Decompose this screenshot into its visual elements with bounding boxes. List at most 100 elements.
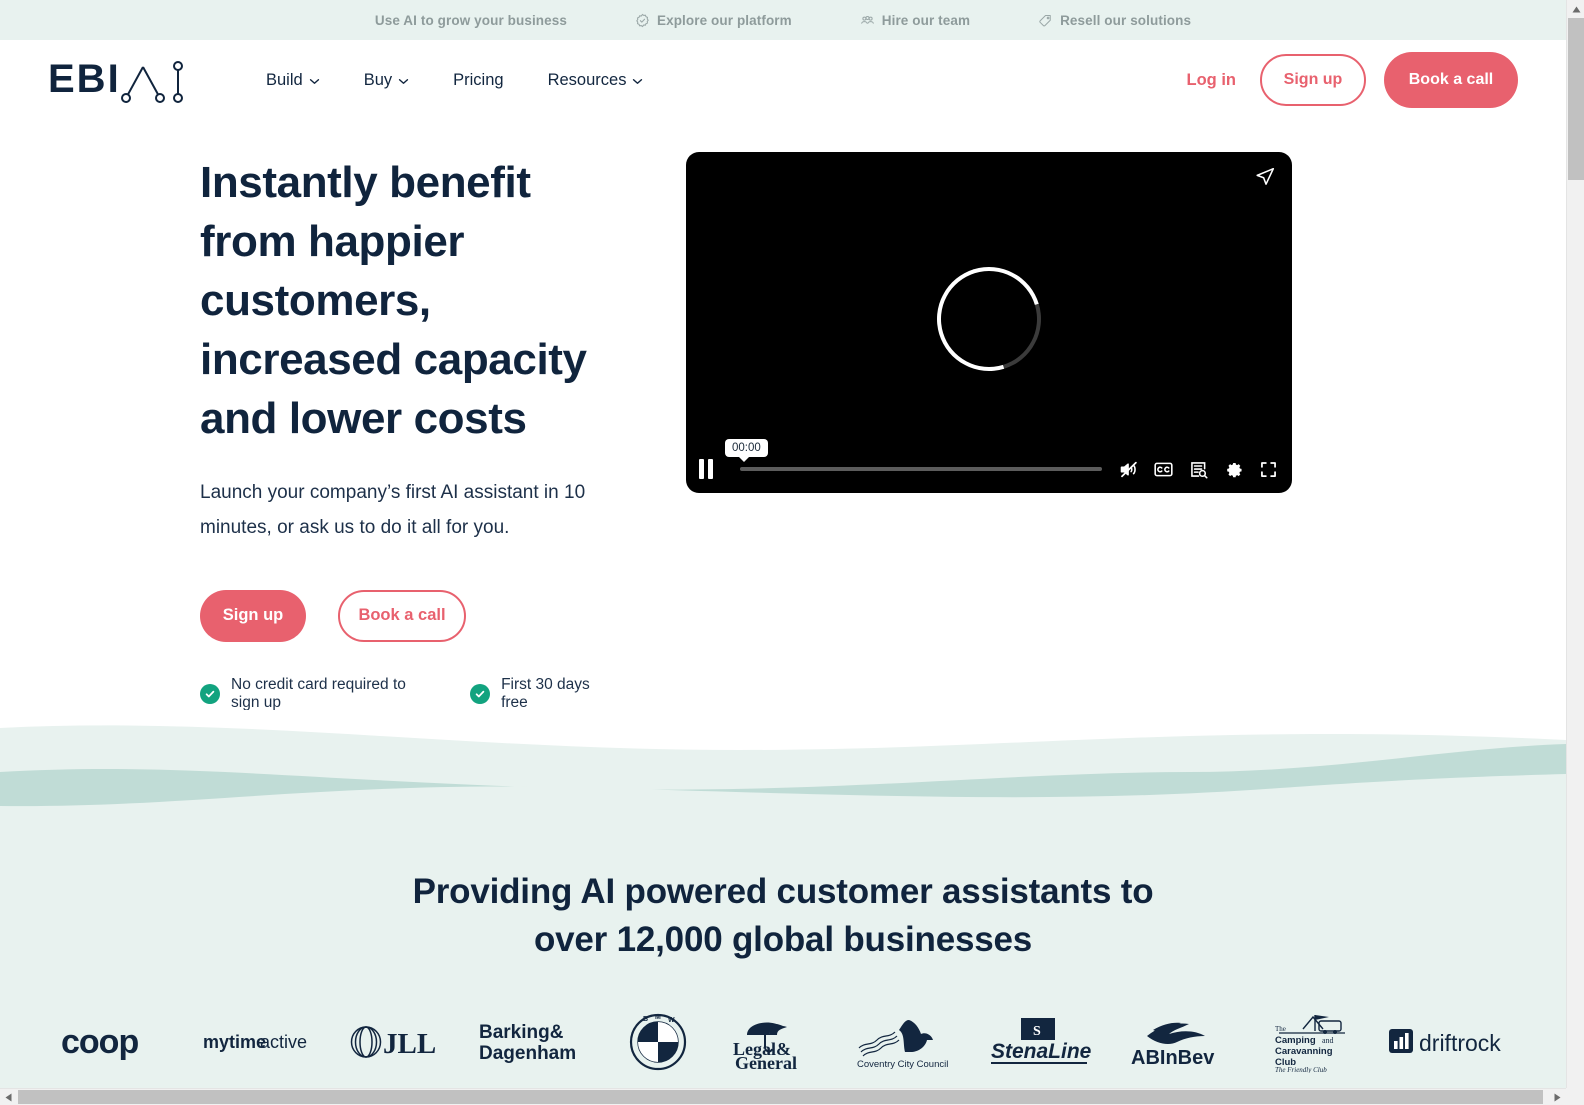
nav-item-pricing[interactable]: Pricing [453, 61, 503, 100]
horizontal-scrollbar[interactable] [0, 1088, 1584, 1105]
nav-label: Resources [547, 70, 627, 89]
hero-cta-group: Sign up Book a call [200, 589, 608, 642]
client-logo-stena-line: S StenaLine [987, 1011, 1091, 1073]
gear-icon[interactable] [1223, 459, 1244, 480]
svg-text:The: The [1275, 1025, 1286, 1033]
client-logo-camping-caravanning-club: The Camping and Caravanning Club The Fri… [1271, 1011, 1351, 1073]
svg-text:EBI: EBI [48, 57, 121, 101]
announce-label: Use AI to grow your business [374, 12, 567, 28]
book-a-call-button-hero[interactable]: Book a call [338, 589, 466, 642]
browser-viewport: Use AI to grow your business Explore our… [0, 0, 1584, 1105]
fullscreen-icon[interactable] [1258, 459, 1279, 480]
client-logo-abinbev: ABInBev [1129, 1011, 1233, 1073]
svg-text:JLL: JLL [383, 1028, 436, 1060]
svg-text:active: active [260, 1032, 307, 1052]
badge-check-icon [635, 13, 650, 28]
announce-item-resell-solutions[interactable]: Resell our solutions [1038, 13, 1191, 28]
wave-divider [0, 710, 1566, 828]
pause-button[interactable] [699, 459, 717, 479]
svg-text:Coventry City Council: Coventry City Council [857, 1059, 948, 1070]
svg-text:StenaLine: StenaLine [991, 1040, 1091, 1063]
scroll-right-button[interactable] [1549, 1089, 1566, 1105]
nav-label: Build [266, 70, 303, 89]
partners-section: Providing AI powered customer assistants… [0, 828, 1566, 1089]
login-link[interactable]: Log in [1187, 71, 1236, 90]
loading-spinner [918, 248, 1060, 389]
scroll-up-button[interactable] [1567, 0, 1584, 18]
svg-text:S: S [1033, 1024, 1041, 1039]
video-player[interactable]: 00:00 [686, 152, 1292, 493]
chevron-down-icon [632, 78, 643, 85]
hero-media: 00:00 [686, 146, 1292, 710]
header-actions: Log in Sign up Book a call [1187, 52, 1518, 108]
video-control-icons [1118, 459, 1279, 480]
primary-nav: Build Buy Pricing Resources [266, 61, 643, 100]
announcement-bar: Use AI to grow your business Explore our… [0, 0, 1566, 40]
client-logo-row: coop mytime active JLL Barking& Dagenham… [0, 1011, 1566, 1073]
announce-label: Hire our team [881, 12, 971, 28]
scroll-left-button[interactable] [0, 1089, 17, 1105]
announce-item-hire-team[interactable]: Hire our team [860, 13, 970, 28]
check-circle-icon [200, 683, 220, 704]
svg-text:Camping: Camping [1275, 1035, 1316, 1046]
announce-item-grow-business[interactable]: Use AI to grow your business [375, 13, 567, 28]
horizontal-scroll-thumb[interactable] [18, 1090, 1543, 1104]
hero-headline: Instantly benefit from happier customers… [200, 158, 587, 443]
video-progress-bar[interactable]: 00:00 [725, 439, 1102, 471]
nav-item-resources[interactable]: Resources [548, 61, 644, 100]
benefit-no-credit-card: No credit card required to sign up [200, 676, 438, 712]
people-group-icon [860, 13, 875, 28]
tag-icon [1038, 13, 1053, 28]
client-logo-legal-and-general: Legal& General [725, 1011, 815, 1073]
client-logo-mytimeactive: mytime active [203, 1011, 311, 1073]
vertical-scroll-thumb[interactable] [1568, 18, 1584, 180]
announce-label: Explore our platform [656, 12, 792, 28]
client-logo-driftrock: driftrock [1389, 1011, 1505, 1073]
client-logo-bmw: B M W [629, 1011, 687, 1073]
svg-text:mytime: mytime [203, 1032, 266, 1052]
svg-text:The Friendly Club: The Friendly Club [1275, 1066, 1327, 1073]
site-header: EBI Build Buy Pricing Resources Log in S… [0, 40, 1566, 120]
nav-item-build[interactable]: Build [266, 61, 320, 100]
client-logo-coop: coop [61, 1011, 165, 1073]
vertical-scrollbar[interactable] [1566, 0, 1584, 1089]
book-a-call-button-header[interactable]: Book a call [1384, 52, 1518, 108]
svg-text:ABInBev: ABInBev [1131, 1047, 1215, 1069]
chevron-down-icon [309, 78, 320, 85]
volume-muted-icon[interactable] [1118, 459, 1139, 480]
closed-captions-icon[interactable] [1153, 459, 1174, 480]
hero-copy: Instantly benefit from happier customers… [48, 146, 608, 712]
announce-item-explore-platform[interactable]: Explore our platform [635, 13, 792, 28]
share-icon[interactable] [1254, 166, 1276, 188]
svg-text:Dagenham: Dagenham [479, 1043, 576, 1064]
svg-text:B: B [643, 1016, 648, 1023]
svg-text:and: and [1322, 1036, 1334, 1045]
partners-heading: Providing AI powered customer assistants… [412, 872, 1154, 959]
transcript-search-icon[interactable] [1188, 459, 1209, 480]
check-circle-icon [470, 683, 491, 704]
video-time-tooltip: 00:00 [725, 439, 768, 462]
client-logo-coventry-city-council: Coventry City Council [853, 1011, 949, 1073]
svg-text:Caravanning: Caravanning [1275, 1046, 1333, 1057]
chevron-down-icon [398, 78, 409, 85]
signup-button-hero[interactable]: Sign up [200, 589, 306, 642]
nav-label: Pricing [453, 70, 504, 89]
video-controls: 00:00 [686, 439, 1292, 493]
nav-item-buy[interactable]: Buy [364, 61, 409, 100]
svg-text:driftrock: driftrock [1419, 1030, 1501, 1056]
hero-subheadline: Launch your company’s first AI assistant… [200, 481, 586, 538]
announce-label: Resell our solutions [1060, 12, 1192, 28]
benefit-label: No credit card required to sign up [231, 675, 406, 711]
hero-benefit-list: No credit card required to sign up First… [200, 676, 608, 712]
benefit-label: First 30 days free [501, 675, 590, 711]
svg-text:coop: coop [61, 1023, 138, 1061]
client-logo-jll: JLL [349, 1011, 441, 1073]
scrollbar-corner [1566, 1088, 1584, 1105]
signup-button-header[interactable]: Sign up [1260, 54, 1366, 106]
client-logo-barking-dagenham: Barking& Dagenham [479, 1011, 591, 1073]
svg-text:M: M [655, 1014, 661, 1021]
page-content: Use AI to grow your business Explore our… [0, 0, 1566, 1089]
hero-section: Instantly benefit from happier customers… [0, 120, 1566, 712]
svg-text:Barking&: Barking& [479, 1022, 564, 1043]
site-logo[interactable]: EBI [48, 56, 208, 104]
